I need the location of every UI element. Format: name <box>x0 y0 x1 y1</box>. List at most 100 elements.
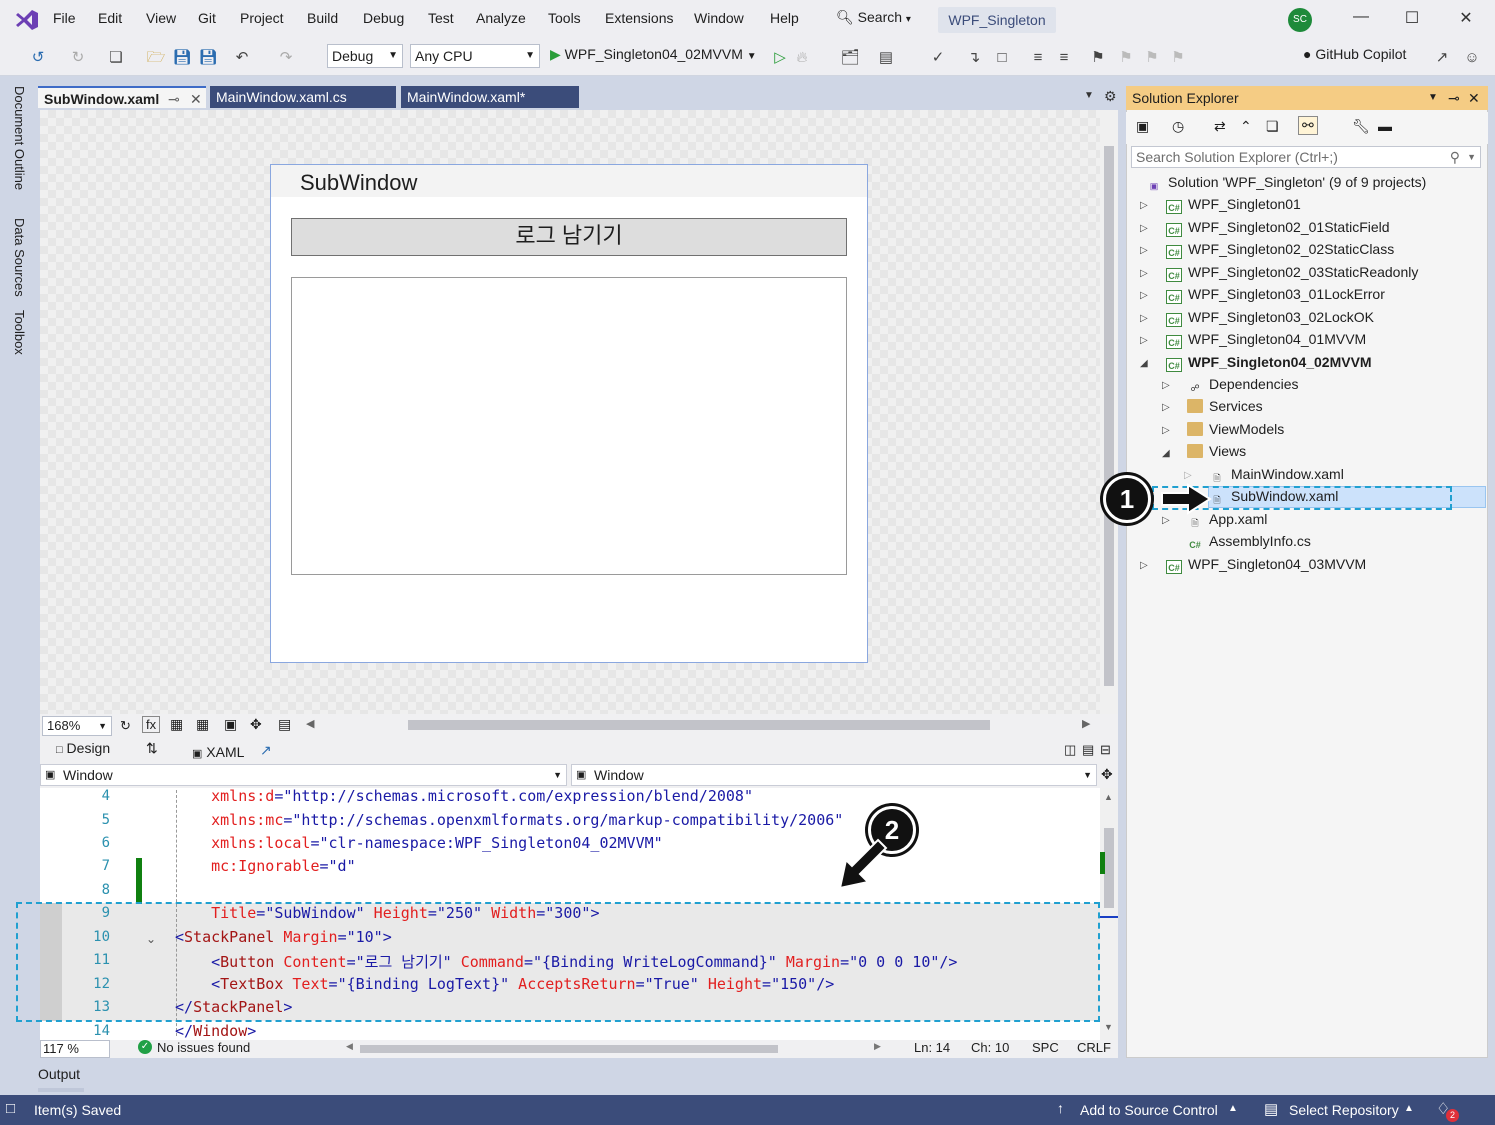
issues-status[interactable]: No issues found <box>157 1040 250 1055</box>
tree-project[interactable]: C# WPF_Singleton03_01LockError <box>1166 286 1385 304</box>
panel-menu-icon[interactable]: ▼ <box>1428 86 1438 110</box>
expand-arrow-icon[interactable]: ▷ <box>1140 268 1148 279</box>
expand-arrow-icon[interactable]: ▷ <box>1140 200 1148 211</box>
close-tab-icon[interactable]: ✕ <box>190 88 202 110</box>
collapse-pane-icon[interactable]: ⊟ <box>1100 742 1111 758</box>
layout-icon[interactable]: ▤ <box>876 48 896 68</box>
element-scope-select[interactable]: ▣ Window ▼ <box>40 764 567 786</box>
designer-horizontal-scrollbar[interactable] <box>408 720 990 730</box>
log-textbox-preview[interactable] <box>291 277 847 575</box>
scroll-up-icon[interactable]: ▲ <box>1104 792 1113 802</box>
tab-overflow-icon[interactable]: ▼ <box>1084 90 1094 101</box>
zoom-select[interactable]: 168% ▼ <box>42 716 112 736</box>
tab-subwindow-xaml[interactable]: SubWindow.xaml ⊸ ✕ <box>38 86 206 108</box>
snap-grid-icon[interactable]: ▦ <box>196 716 209 733</box>
menu-window[interactable]: Window <box>694 10 744 26</box>
start-debugging-button[interactable]: ▶ WPF_Singleton04_02MVVM ▼ <box>550 46 757 63</box>
indent-icon[interactable]: ≡ <box>1028 48 1048 68</box>
expand-arrow-icon[interactable]: ▷ <box>1184 470 1192 481</box>
log-button-preview[interactable]: 로그 남기기 <box>291 218 847 256</box>
device-icon[interactable]: □ <box>992 48 1012 68</box>
hot-reload-icon[interactable]: 🔥︎ <box>792 48 812 68</box>
maximize-icon[interactable]: ☐ <box>1397 8 1427 32</box>
close-icon[interactable]: ✕ <box>1451 8 1481 32</box>
grid-icon[interactable]: ▦ <box>170 716 183 733</box>
code-line[interactable]: mc:Ignorable="d" <box>175 857 356 875</box>
tree-project[interactable]: C# WPF_Singleton03_02LockOK <box>1166 309 1374 327</box>
menu-file[interactable]: File <box>53 10 76 26</box>
minimize-icon[interactable]: — <box>1346 8 1376 32</box>
undo-icon[interactable]: ↶ <box>232 48 252 68</box>
column-indicator[interactable]: Ch: 10 <box>971 1040 1009 1055</box>
tree-project[interactable]: C# WPF_Singleton02_03StaticReadonly <box>1166 264 1418 282</box>
swap-panes-icon[interactable]: ⇅ <box>146 740 158 757</box>
line-ending-indicator[interactable]: CRLF <box>1077 1040 1111 1055</box>
close-panel-icon[interactable]: ✕ <box>1468 86 1480 110</box>
avatar[interactable]: SC <box>1288 8 1312 32</box>
popout-xaml-icon[interactable]: ↗ <box>260 742 272 759</box>
design-view-tab[interactable]: □ Design <box>56 740 110 756</box>
navigate-back-icon[interactable]: ↺ <box>28 48 48 68</box>
editor-vertical-scrollbar[interactable]: ▲ ▼ <box>1100 788 1118 1040</box>
menu-tools[interactable]: Tools <box>548 10 581 26</box>
collapse-all-icon[interactable]: ⌃ <box>1240 118 1252 135</box>
whitespace-indicator[interactable]: SPC <box>1032 1040 1059 1055</box>
vertical-split-icon[interactable]: ◫ <box>1064 742 1076 758</box>
scroll-thumb[interactable] <box>1104 146 1114 686</box>
menu-build[interactable]: Build <box>307 10 338 26</box>
designer-vertical-scrollbar[interactable] <box>1100 110 1118 714</box>
menu-analyze[interactable]: Analyze <box>476 10 526 26</box>
tree-assemblyinfo[interactable]: C# AssemblyInfo.cs <box>1187 533 1311 552</box>
expand-arrow-icon[interactable]: ▷ <box>1162 402 1170 413</box>
device-preview-icon[interactable]: ▤ <box>278 716 291 733</box>
save-icon[interactable]: 💾︎ <box>172 48 192 68</box>
navigate-forward-icon[interactable]: ↻ <box>68 48 88 68</box>
feedback-icon[interactable]: ☺ <box>1462 48 1482 68</box>
expand-arrow-icon[interactable]: ▷ <box>1140 245 1148 256</box>
show-all-files-icon[interactable]: ❏ <box>1266 118 1279 135</box>
tree-project-expanded[interactable]: C# WPF_Singleton04_02MVVM <box>1166 354 1372 372</box>
step-icon[interactable]: ↴ <box>964 48 984 68</box>
solution-folder-icon[interactable]: 🗂︎ <box>840 48 860 68</box>
menu-debug[interactable]: Debug <box>363 10 404 26</box>
editor-zoom-select[interactable]: 117 % <box>40 1040 110 1058</box>
scroll-right-icon[interactable]: ▶ <box>1082 717 1090 730</box>
open-folder-icon[interactable]: 🗁︎ <box>146 48 166 68</box>
pin-icon[interactable]: ⊸ <box>1448 86 1460 110</box>
tab-mainwindow-xaml[interactable]: MainWindow.xaml* <box>401 86 579 108</box>
scroll-thumb[interactable] <box>1104 828 1114 908</box>
solution-explorer-search[interactable]: Search Solution Explorer (Ctrl+;) ⚲ ▼ <box>1131 146 1481 168</box>
expanded-arrow-icon[interactable]: ◢ <box>1140 358 1148 369</box>
scroll-right-icon[interactable]: ▶ <box>874 1041 881 1052</box>
notification-icon[interactable]: □ <box>6 1100 15 1117</box>
save-all-icon[interactable]: 💾︎ <box>198 48 218 68</box>
effects-icon[interactable]: fx <box>142 716 161 733</box>
properties-icon[interactable]: 🔧︎ <box>1352 118 1370 135</box>
expand-arrow-icon[interactable]: ▷ <box>1140 223 1148 234</box>
spell-check-icon[interactable]: ✓ <box>928 48 948 68</box>
tree-project[interactable]: C# WPF_Singleton01 <box>1166 196 1301 214</box>
preview-icon[interactable]: ▬ <box>1378 118 1392 134</box>
menu-project[interactable]: Project <box>240 10 284 26</box>
start-without-debugging-icon[interactable]: ▷ <box>770 48 790 68</box>
rail-toolbox[interactable]: Toolbox <box>12 310 27 355</box>
add-to-source-control-button[interactable]: Add to Source Control <box>1080 1102 1218 1118</box>
menu-test[interactable]: Test <box>428 10 454 26</box>
tree-services[interactable]: Services <box>1187 398 1263 414</box>
scroll-left-icon[interactable]: ◀ <box>346 1041 353 1052</box>
code-line[interactable]: xmlns:local="clr-namespace:WPF_Singleton… <box>175 834 663 852</box>
github-copilot-button[interactable]: ● GitHub Copilot <box>1303 46 1406 62</box>
scroll-left-icon[interactable]: ◀ <box>306 717 314 730</box>
switch-views-icon[interactable]: ▣ <box>1136 118 1149 135</box>
tree-project[interactable]: C# WPF_Singleton02_01StaticField <box>1166 219 1390 237</box>
rail-document-outline[interactable]: Document Outline <box>12 86 27 190</box>
sync-icon[interactable]: ⇄ <box>1214 118 1226 135</box>
element-member-select[interactable]: ▣ Window ▼ <box>571 764 1097 786</box>
filter-icon[interactable]: ⚯ <box>1298 116 1318 135</box>
tree-dependencies[interactable]: ☍ Dependencies <box>1187 376 1298 395</box>
share-icon[interactable]: ↗ <box>1432 48 1452 68</box>
new-project-icon[interactable]: ❏ <box>106 48 126 68</box>
snap-lines-icon[interactable]: ✥ <box>250 716 262 733</box>
menu-edit[interactable]: Edit <box>98 10 122 26</box>
tree-project[interactable]: C# WPF_Singleton04_01MVVM <box>1166 331 1366 349</box>
